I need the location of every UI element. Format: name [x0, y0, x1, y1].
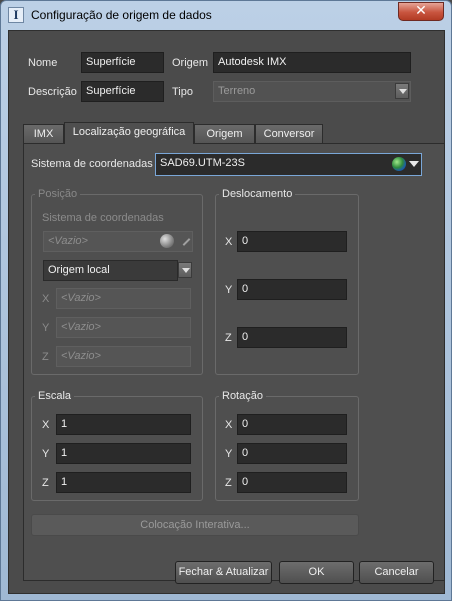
posicao-y-label: Y [42, 322, 50, 334]
descricao-label: Descrição [28, 86, 77, 98]
origem-field[interactable]: Autodesk IMX [213, 52, 411, 73]
chevron-down-icon[interactable] [178, 262, 192, 278]
crs-combobox[interactable]: SAD69.UTM-23S [155, 153, 422, 176]
close-icon[interactable]: ✕ [398, 2, 444, 21]
rotacao-y-field[interactable]: 0 [237, 443, 347, 464]
deslocamento-z-label: Z [225, 332, 232, 344]
dialog-body: Nome Superfície Origem Autodesk IMX Desc… [8, 30, 445, 594]
rotacao-y-label: Y [225, 448, 233, 460]
app-icon: I [8, 7, 24, 23]
nome-label: Nome [28, 57, 58, 69]
posicao-y-field[interactable]: <Vazio> [56, 317, 191, 338]
cancel-button[interactable]: Cancelar [359, 561, 434, 584]
globe-icon[interactable] [392, 157, 406, 171]
escala-x-field[interactable]: 1 [56, 414, 191, 435]
posicao-z-field[interactable]: <Vazio> [56, 346, 191, 367]
deslocamento-title: Deslocamento [219, 188, 296, 200]
crs-label: Sistema de coordenadas [31, 158, 153, 170]
deslocamento-y-field[interactable]: 0 [237, 279, 347, 300]
deslocamento-y-label: Y [225, 284, 233, 296]
nome-field[interactable]: Superfície [81, 52, 164, 73]
tipo-label: Tipo [172, 86, 193, 98]
escala-z-label: Z [42, 477, 49, 489]
posicao-x-label: X [42, 293, 50, 305]
chevron-down-icon[interactable] [395, 83, 409, 99]
deslocamento-x-field[interactable]: 0 [237, 231, 347, 252]
escala-title: Escala [35, 390, 75, 402]
escala-y-field[interactable]: 1 [56, 443, 191, 464]
window-title: Configuração de origem de dados [31, 8, 212, 22]
escala-y-label: Y [42, 448, 50, 460]
descricao-field[interactable]: Superfície [81, 81, 164, 102]
posicao-title: Posição [35, 188, 81, 200]
tab-origem[interactable]: Origem [194, 124, 255, 143]
tab-localizacao-geografica[interactable]: Localização geográfica [64, 122, 194, 144]
tipo-select[interactable]: Terreno [213, 81, 411, 102]
tab-imx[interactable]: IMX [23, 124, 64, 143]
posicao-x-field[interactable]: <Vazio> [56, 288, 191, 309]
tab-conversor[interactable]: Conversor [255, 124, 323, 143]
dialog-window: I Configuração de origem de dados ✕ Nome… [0, 0, 452, 601]
rotacao-z-field[interactable]: 0 [237, 472, 347, 493]
ok-button[interactable]: OK [279, 561, 354, 584]
chevron-down-icon[interactable] [409, 161, 419, 167]
posicao-z-label: Z [42, 351, 49, 363]
close-update-button[interactable]: Fechar & Atualizar [175, 561, 272, 584]
posicao-crs-label: Sistema de coordenadas [42, 212, 164, 224]
rotacao-x-label: X [225, 419, 233, 431]
origem-label: Origem [172, 57, 209, 69]
deslocamento-x-label: X [225, 236, 233, 248]
rotacao-z-label: Z [225, 477, 232, 489]
sphere-icon [160, 234, 174, 248]
rotacao-title: Rotação [219, 390, 266, 402]
rotacao-x-field[interactable]: 0 [237, 414, 347, 435]
interactive-placement-button[interactable]: Colocação Interativa... [31, 514, 359, 536]
escala-x-label: X [42, 419, 50, 431]
escala-z-field[interactable]: 1 [56, 472, 191, 493]
origin-mode-select[interactable]: Origem local [43, 260, 178, 281]
title-bar[interactable]: I Configuração de origem de dados ✕ [1, 1, 451, 29]
deslocamento-z-field[interactable]: 0 [237, 327, 347, 348]
